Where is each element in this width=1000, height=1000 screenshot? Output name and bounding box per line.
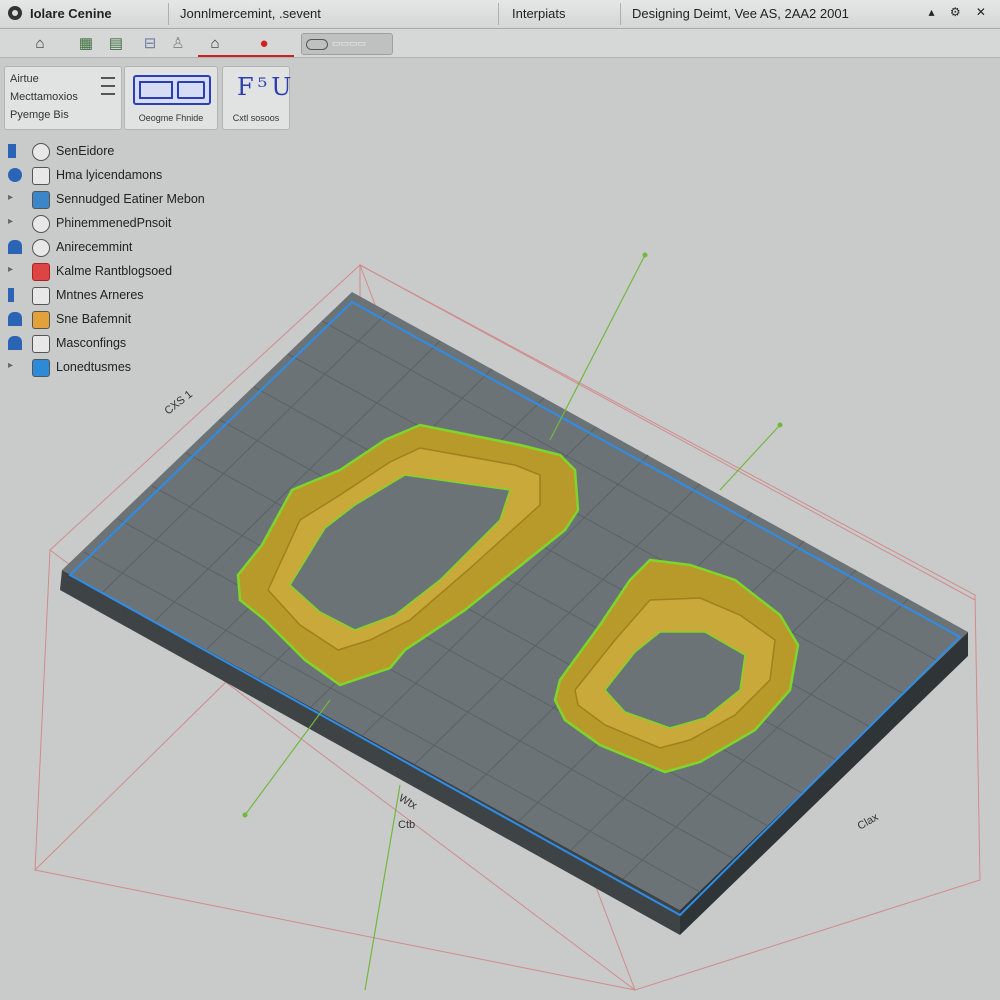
title-bar: Iolare Cenine Jonnlmercemint, .sevent In…	[0, 0, 1000, 29]
cube-icon	[32, 359, 50, 377]
tree-item-label: Mntnes Arneres	[56, 288, 144, 302]
tool-frame-icon	[133, 75, 211, 105]
camera-icon	[32, 167, 50, 185]
app-logo-icon	[8, 6, 22, 20]
figure-button[interactable]: ♙	[166, 32, 190, 54]
view-mode-label: ▭▭▭▭	[332, 38, 367, 48]
tree-item[interactable]: Hma lyicendamons	[4, 164, 244, 186]
user-icon	[8, 336, 22, 350]
bar-icon	[8, 144, 16, 158]
ribbon-item[interactable]: Pyemge Bis	[10, 109, 69, 121]
layer-button[interactable]: ▤	[104, 32, 128, 54]
tree-item-label: Hma lyicendamons	[56, 168, 163, 182]
tree-item[interactable]: Sne Bafemnit	[4, 308, 244, 330]
expand-arrow-icon[interactable]: ▸	[8, 192, 22, 206]
folder-icon	[32, 263, 50, 281]
tree-item-label: Sennudged Eatiner Mebon	[56, 192, 205, 206]
expand-arrow-icon[interactable]: ▸	[8, 264, 22, 278]
ribbon-item[interactable]: Airtue	[10, 73, 39, 85]
ribbon-group-a[interactable]: Oeogme Fhnide	[124, 66, 218, 130]
tree-item-label: SenEidore	[56, 144, 115, 158]
tree-item-label: Masconfings	[56, 336, 127, 350]
tree-item-label: Anirecemmint	[56, 240, 133, 254]
capsule-icon	[306, 39, 328, 50]
document-title: Jonnlmercemint, .sevent	[180, 6, 321, 21]
tree-item[interactable]: ▸ Sennudged Eatiner Mebon	[4, 188, 244, 210]
tree-item-label: Kalme Rantblogsoed	[56, 264, 173, 278]
home-button[interactable]: ⌂	[28, 32, 52, 54]
dimension-label: Wtx	[397, 792, 420, 812]
expand-arrow-icon[interactable]: ▸	[8, 216, 22, 230]
divider	[168, 3, 169, 25]
tree-item[interactable]: ▸ PhinemmenedPnsoit	[4, 212, 244, 234]
image-icon	[32, 191, 50, 209]
settings-icon	[32, 335, 50, 353]
fu-tool-icon: F⁵U	[237, 73, 296, 101]
box-icon	[32, 311, 50, 329]
axis-point	[642, 252, 648, 258]
frame-button[interactable]: ⊟	[138, 32, 162, 54]
expand-arrow-icon[interactable]: ▸	[8, 360, 22, 374]
window-controls[interactable]: ▴ ⚙ ✕	[928, 5, 992, 19]
pin-button[interactable]: ●	[252, 32, 276, 54]
build-plate	[62, 292, 968, 910]
tree-item[interactable]: Mntnes Arneres	[4, 284, 244, 306]
active-tab-underline	[198, 55, 294, 57]
user-icon	[8, 312, 22, 326]
tree-item-label: Sne Bafemnit	[56, 312, 132, 326]
tree-item[interactable]: ▸ Lonedtusmes	[4, 356, 244, 378]
house-button[interactable]: ⌂	[203, 32, 227, 54]
dimension-label: CXS 1	[162, 388, 194, 417]
section-title[interactable]: Interpiats	[512, 6, 565, 21]
bar-icon	[8, 288, 14, 302]
list-lines-icon	[101, 77, 115, 101]
gear-icon	[32, 239, 50, 257]
divider	[620, 3, 621, 25]
axis-point	[242, 812, 248, 818]
document-icon	[32, 143, 50, 161]
ribbon-group-a-label: Oeogme Fhnide	[138, 113, 204, 123]
app-name: Iolare Cenine	[30, 6, 112, 21]
tree-item-label: Lonedtusmes	[56, 360, 132, 374]
tree-item-label: PhinemmenedPnsoit	[56, 216, 172, 230]
target-icon	[32, 215, 50, 233]
view-mode-field[interactable]: ▭▭▭▭	[301, 33, 393, 55]
tree-item[interactable]: Masconfings	[4, 332, 244, 354]
camera-icon	[8, 168, 22, 182]
axis-point	[777, 422, 783, 428]
status-text: Designing Deimt, Vee AS, 2AA2 2001	[632, 6, 849, 21]
ribbon-item[interactable]: Mecttamoxios	[10, 91, 78, 103]
ribbon-group-b-label: Cxtl sosoos	[232, 113, 280, 123]
tree-item[interactable]: SenEidore	[4, 140, 244, 162]
tree-item[interactable]: ▸ Kalme Rantblogsoed	[4, 260, 244, 282]
user-icon	[8, 240, 22, 254]
ribbon-group-b[interactable]: F⁵U Cxtl sosoos	[222, 66, 292, 130]
list-icon	[32, 287, 50, 305]
dimension-label: Ctb	[398, 819, 415, 831]
ribbon-list-panel: Airtue Mecttamoxios Pyemge Bis	[4, 66, 122, 130]
tree-item[interactable]: Anirecemmint	[4, 236, 244, 258]
toolbar: ⌂ ▦ ▤ ⊟ ♙ ⌂ ● ▭▭▭▭	[0, 29, 1000, 58]
grid-button[interactable]: ▦	[74, 32, 98, 54]
dimension-label: Clax	[856, 811, 881, 833]
divider	[498, 3, 499, 25]
